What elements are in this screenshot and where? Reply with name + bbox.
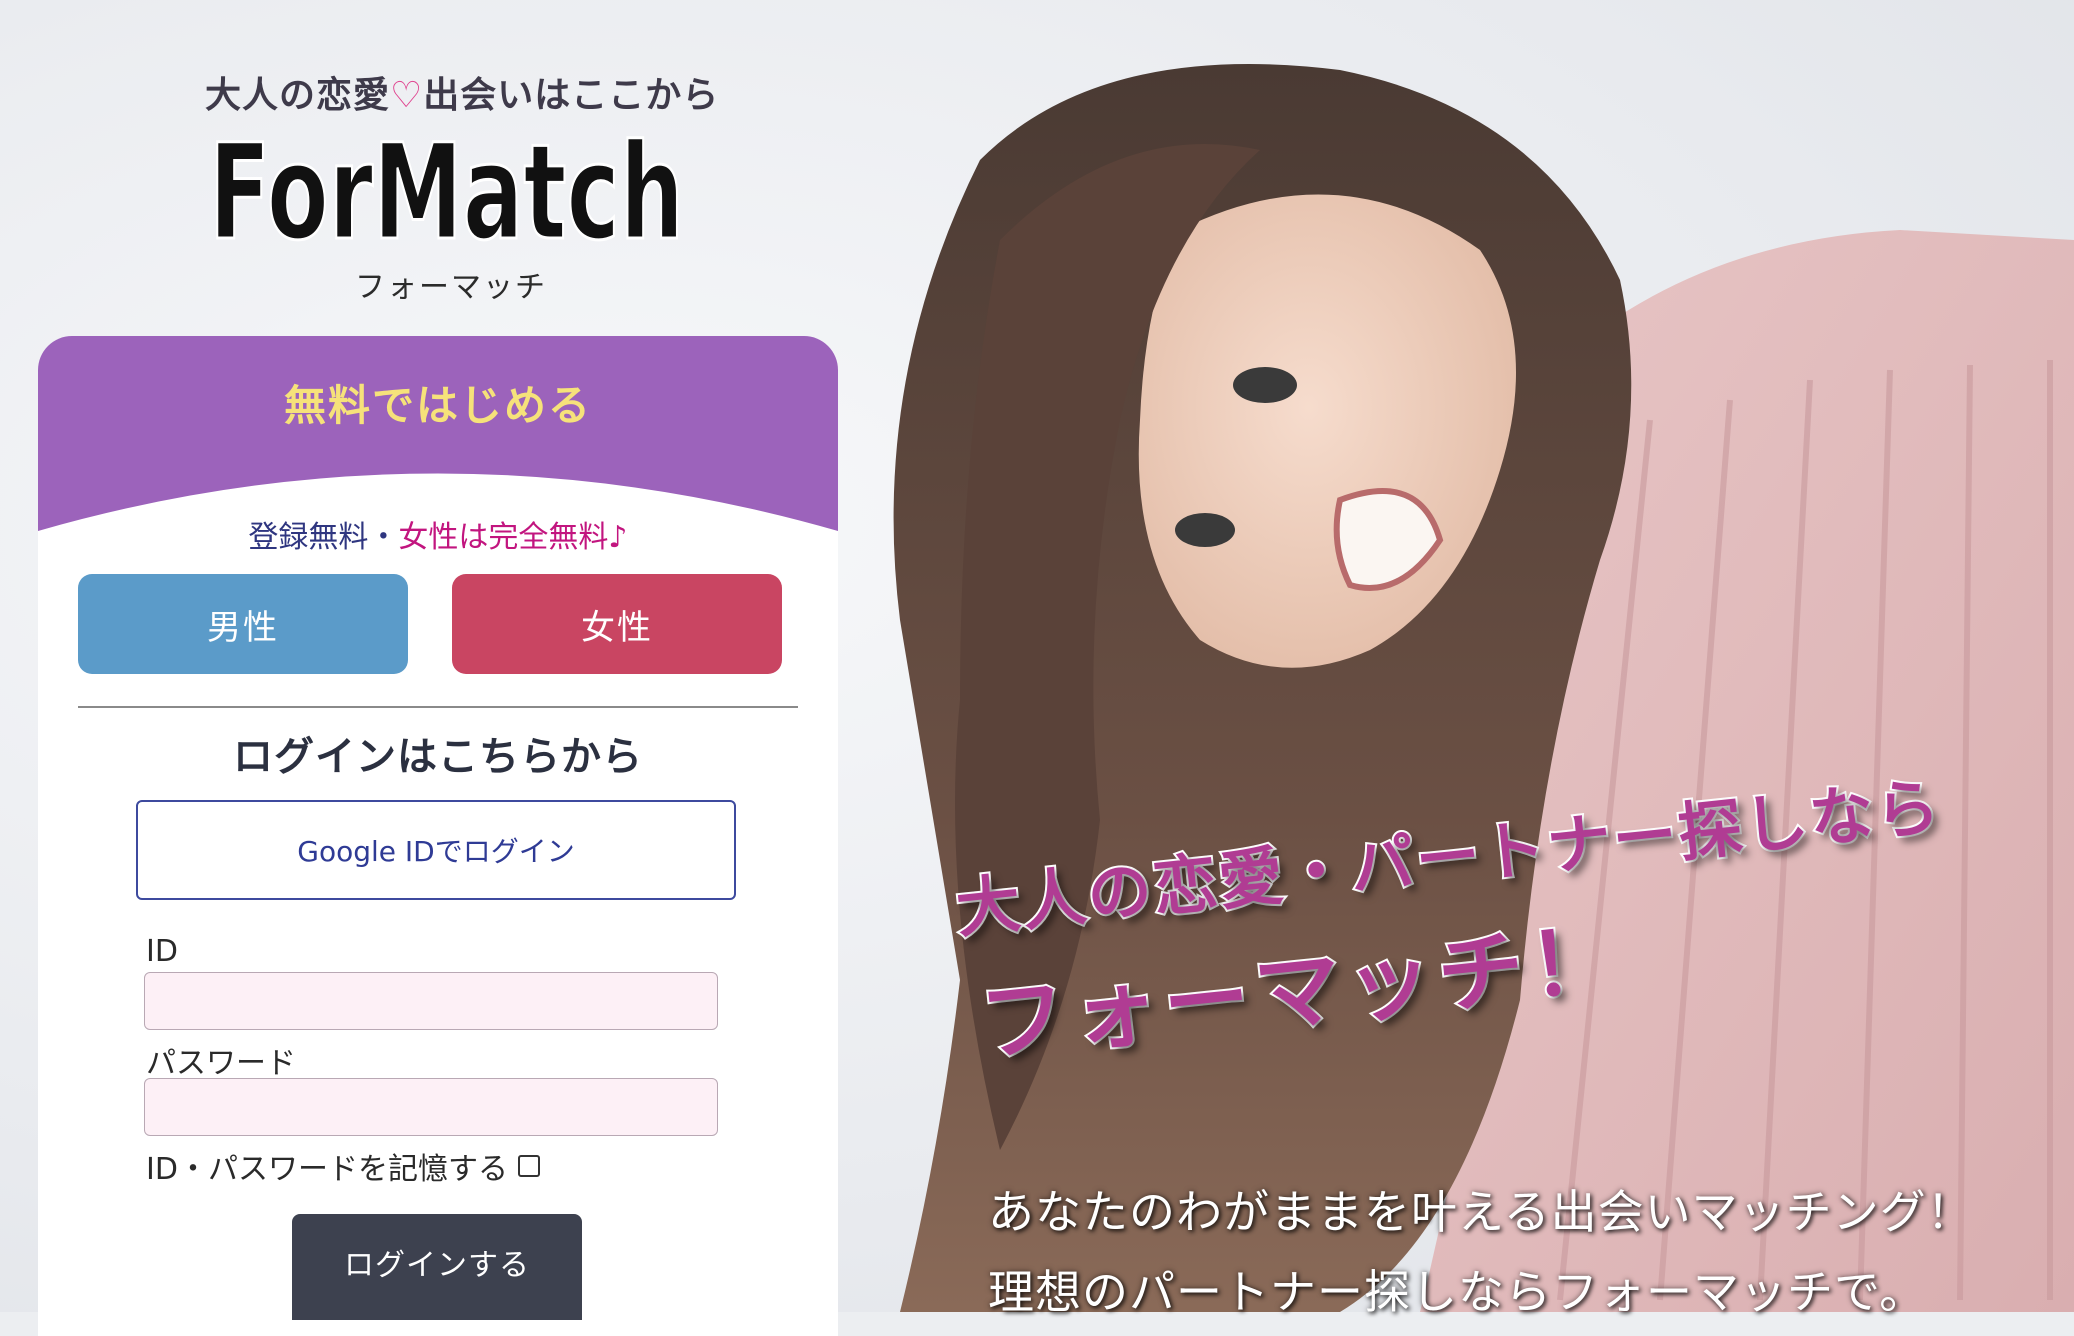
subcopy-line-2: 理想のパートナー探しならフォーマッチで。 — [988, 1265, 1927, 1319]
card-header-shape — [38, 336, 838, 531]
free-note-registration: 登録無料・ — [248, 520, 399, 555]
remember-checkbox[interactable] — [517, 1155, 540, 1177]
card-header: 無料ではじめる — [38, 336, 838, 536]
login-title: ログインはこちらから — [233, 734, 643, 780]
google-login-button[interactable]: Google IDでログイン — [136, 800, 736, 900]
male-signup-button[interactable]: 男性 — [78, 574, 408, 674]
divider — [78, 706, 798, 708]
id-input[interactable] — [144, 972, 718, 1030]
female-signup-button[interactable]: 女性 — [452, 574, 782, 674]
logo[interactable]: ForMatch — [205, 110, 690, 261]
signup-login-card: 無料ではじめる 登録無料・女性は完全無料♪ 男性 女性 ログインはこちらから G… — [38, 336, 838, 1336]
free-note-women: 女性は完全無料♪ — [398, 520, 628, 555]
remember-row: ID・パスワードを記憶する — [146, 1144, 540, 1188]
signup-title: 無料ではじめる — [283, 381, 592, 430]
id-label: ID — [146, 934, 178, 969]
subcopy-line-1: あなたのわがままを叶える出会いマッチング！ — [988, 1185, 1974, 1239]
free-note: 登録無料・女性は完全無料♪ — [38, 512, 838, 556]
password-input[interactable] — [144, 1078, 718, 1136]
logo-text: ForMatch — [209, 116, 684, 260]
login-submit-button[interactable]: ログインする — [292, 1214, 582, 1320]
logo-kana: フォーマッチ — [355, 270, 547, 305]
password-label: パスワード — [146, 1046, 296, 1081]
remember-label: ID・パスワードを記憶する — [146, 1152, 508, 1187]
